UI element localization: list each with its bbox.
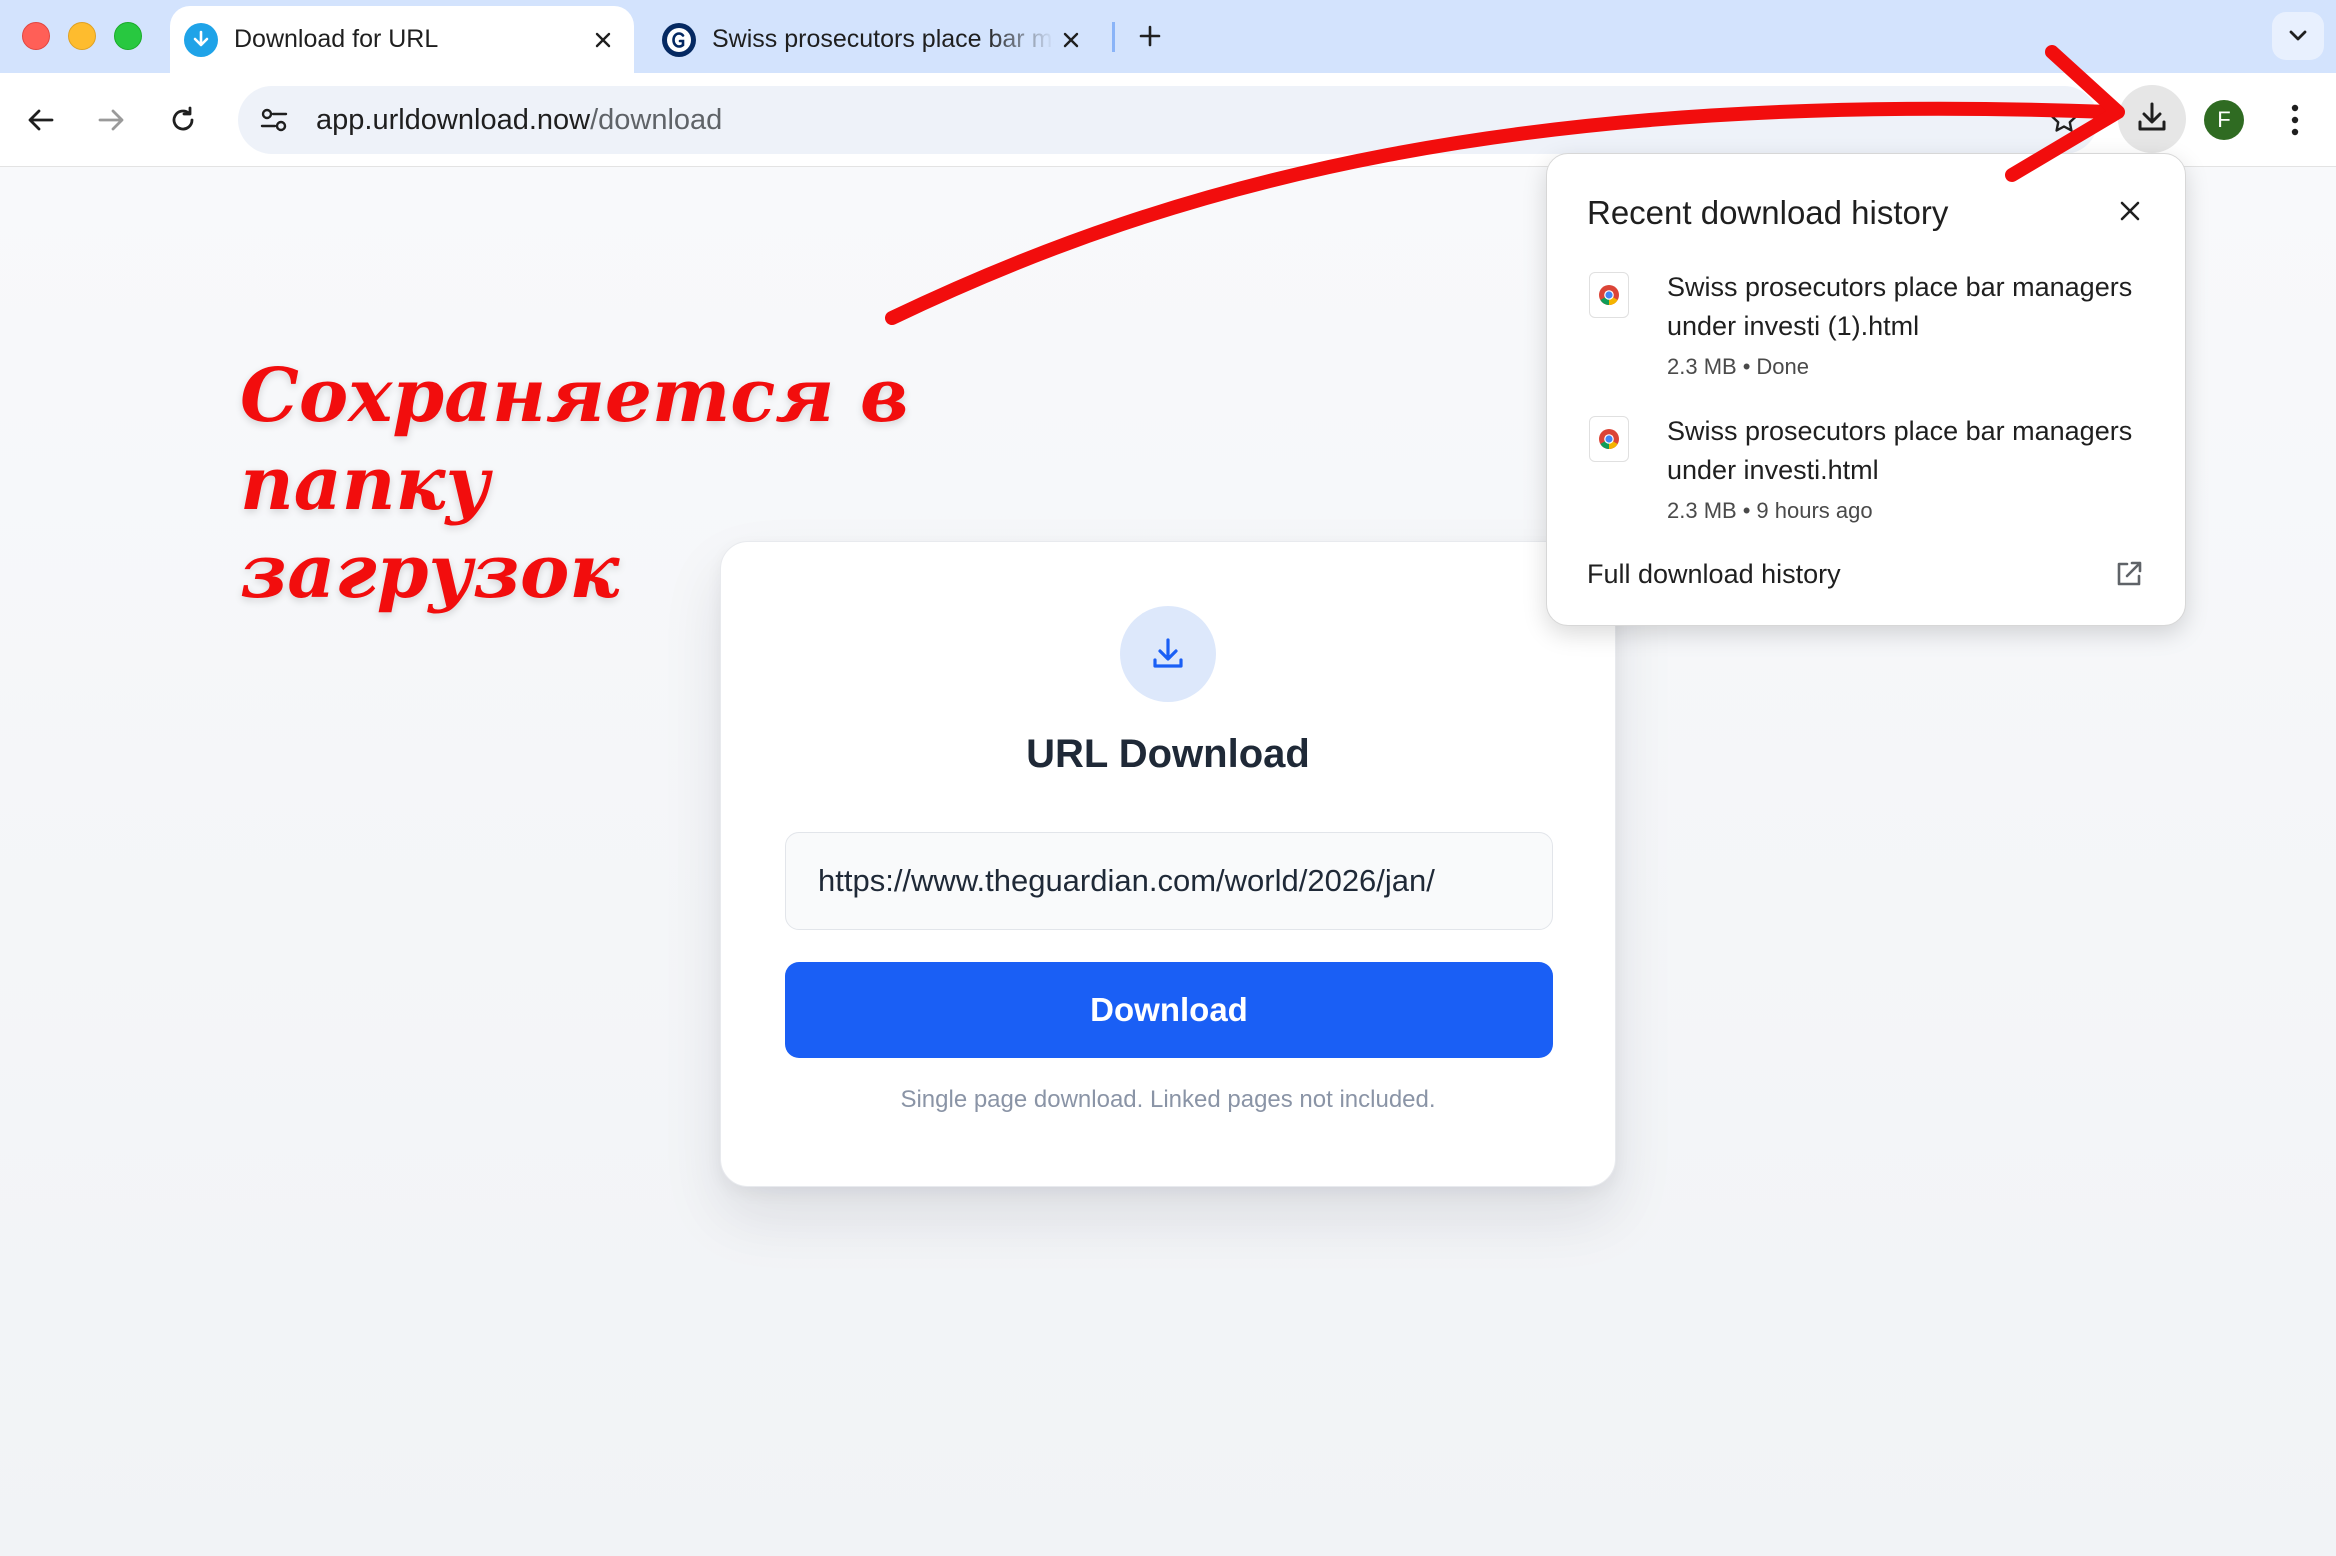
tab-swiss-prosecutors[interactable]: Swiss prosecutors place bar managers und… [648, 6, 1102, 73]
url-host: app.urldownload.now [316, 103, 591, 136]
annotation-line: загрузок [240, 529, 620, 615]
download-file-name: Swiss prosecutors place bar managers und… [1667, 272, 2133, 341]
maximize-window-button[interactable] [114, 22, 142, 50]
address-bar[interactable]: app.urldownload.now/download [238, 86, 2098, 154]
chevron-down-icon[interactable] [2272, 12, 2324, 60]
url-text: app.urldownload.now/download [316, 104, 722, 137]
tab-strip: Download for URL Swiss prosecutors place… [0, 0, 2336, 73]
annotation-line: Сохраняется в папку [240, 353, 909, 527]
open-external-icon[interactable] [2109, 554, 2149, 594]
site-settings-icon[interactable] [252, 98, 296, 142]
profile-avatar[interactable]: F [2204, 100, 2244, 140]
download-status: 9 hours ago [1756, 498, 1873, 523]
meta-separator: • [1742, 354, 1751, 379]
tab-separator [1112, 22, 1115, 52]
helper-note: Single page download. Linked pages not i… [900, 1086, 1436, 1113]
minimize-window-button[interactable] [68, 22, 96, 50]
download-status: Done [1756, 354, 1809, 379]
full-download-history-link[interactable]: Full download history [1587, 559, 1841, 590]
url-input-value: https://www.theguardian.com/world/2026/j… [818, 863, 1435, 898]
download-meta: 2.3 MB • Done [1667, 354, 1809, 380]
downloads-button[interactable] [2118, 85, 2186, 153]
chrome-file-icon [1589, 416, 1629, 462]
chrome-file-icon [1589, 272, 1629, 318]
tab-title: Swiss prosecutors place bar managers und… [712, 25, 1054, 53]
download-size: 2.3 MB [1667, 354, 1737, 379]
close-window-button[interactable] [22, 22, 50, 50]
download-item[interactable]: Swiss prosecutors place bar managers und… [1587, 268, 2147, 380]
back-arrow-icon[interactable] [14, 93, 68, 147]
download-icon [1120, 606, 1216, 702]
page-title: URL Download [1026, 732, 1310, 776]
download-icon [2135, 100, 2169, 139]
annotation-text: Сохраняется в папку загрузок [240, 352, 960, 616]
tab-title: Download for URL [234, 25, 439, 53]
close-icon[interactable] [2109, 190, 2151, 232]
close-icon[interactable] [1054, 23, 1088, 57]
download-size: 2.3 MB [1667, 498, 1737, 523]
download-button[interactable]: Download [785, 962, 1553, 1058]
download-file-name: Swiss prosecutors place bar managers und… [1667, 416, 2133, 485]
download-item[interactable]: Swiss prosecutors place bar managers und… [1587, 412, 2147, 524]
plus-icon[interactable] [1130, 16, 1170, 56]
downloads-bubble: Recent download history Swiss prosecutor… [1546, 153, 2186, 626]
download-meta: 2.3 MB • 9 hours ago [1667, 498, 1873, 524]
url-input[interactable]: https://www.theguardian.com/world/2026/j… [785, 832, 1553, 930]
url-download-card: URL Download https://www.theguardian.com… [720, 541, 1616, 1187]
reload-icon[interactable] [156, 93, 210, 147]
guardian-g-icon [662, 22, 696, 57]
bookmark-star-icon[interactable] [2046, 102, 2082, 138]
meta-separator: • [1742, 498, 1751, 523]
download-arrow-icon [184, 22, 218, 57]
url-path: /download [590, 103, 723, 136]
bubble-title: Recent download history [1587, 194, 1949, 231]
tab-download-for-url[interactable]: Download for URL [170, 6, 634, 73]
forward-arrow-icon[interactable] [84, 93, 138, 147]
close-icon[interactable] [586, 23, 620, 57]
more-menu-icon[interactable] [2272, 95, 2318, 145]
